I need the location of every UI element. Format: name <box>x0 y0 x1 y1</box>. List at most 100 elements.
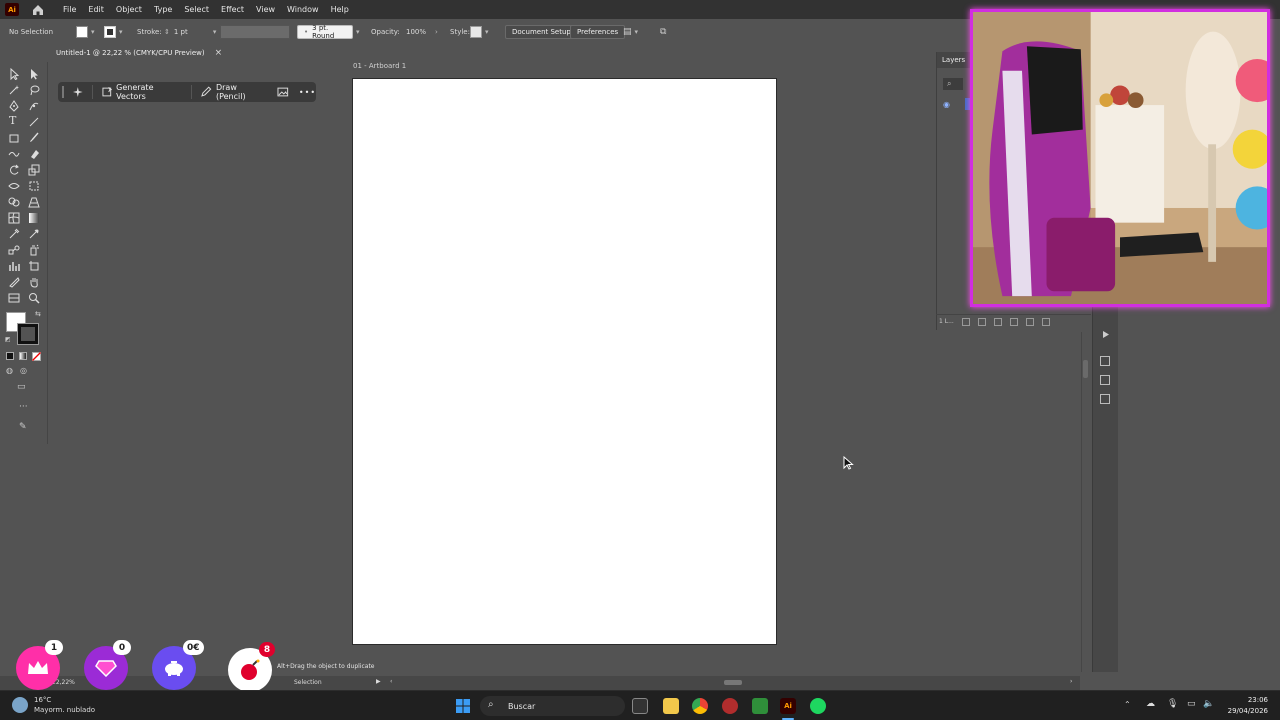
default-colors-icon[interactable]: ◩ <box>5 336 11 343</box>
chevron-right-icon[interactable]: › <box>435 28 438 36</box>
gradient-tool-icon[interactable] <box>28 212 40 224</box>
perspective-grid-icon[interactable] <box>28 196 40 208</box>
chevron-down-icon[interactable]: ▾ <box>119 28 123 36</box>
vertical-scrollbar-thumb[interactable] <box>1083 360 1088 378</box>
transform-panel-icon[interactable] <box>1100 356 1110 366</box>
sparkle-icon[interactable] <box>72 86 84 98</box>
taskbar-search[interactable]: ⌕ Buscar <box>480 696 625 716</box>
hand-tool-icon[interactable] <box>28 276 40 288</box>
preferences-button[interactable]: Preferences <box>570 25 626 39</box>
document-setup-button[interactable]: Document Setup <box>505 25 578 39</box>
color-mode-icon[interactable] <box>6 352 14 360</box>
image-icon[interactable] <box>277 86 289 98</box>
drag-handle[interactable] <box>62 86 64 98</box>
variable-width-field[interactable] <box>220 25 290 39</box>
swap-colors-icon[interactable]: ⇆ <box>35 310 41 318</box>
rotate-tool-icon[interactable] <box>8 164 20 176</box>
graphic-style-swatch[interactable] <box>470 26 482 38</box>
play-icon[interactable]: ▶ <box>376 678 381 685</box>
onedrive-icon[interactable]: ☁ <box>1146 699 1155 709</box>
type-tool-icon[interactable]: T <box>9 114 21 127</box>
menu-file[interactable]: File <box>63 5 76 14</box>
stroke-color-icon[interactable] <box>17 323 39 345</box>
zoom-tool-icon[interactable] <box>28 292 40 304</box>
windows-start-icon[interactable] <box>455 698 471 714</box>
generate-vectors-button[interactable]: Generate Vectors <box>116 83 183 101</box>
current-tool-status[interactable]: Selection <box>294 679 322 686</box>
chevron-down-icon[interactable]: ▾ <box>356 28 360 36</box>
chevron-down-icon[interactable]: ▾ <box>91 28 95 36</box>
shape-builder-icon[interactable] <box>8 196 20 208</box>
menu-object[interactable]: Object <box>116 5 142 14</box>
system-clock[interactable]: 23:06 29/04/2026 <box>1222 695 1268 717</box>
magic-wand-icon[interactable] <box>8 84 20 96</box>
menu-help[interactable]: Help <box>331 5 349 14</box>
artboard-label[interactable]: 01 - Artboard 1 <box>353 62 406 70</box>
new-layer-icon[interactable] <box>1025 317 1034 326</box>
menu-select[interactable]: Select <box>184 5 209 14</box>
print-tiling-icon[interactable] <box>8 292 20 304</box>
chevron-down-icon[interactable]: ▾ <box>213 28 217 36</box>
gradient-mode-icon[interactable] <box>19 352 27 360</box>
chevron-left-icon[interactable]: ‹ <box>390 678 392 685</box>
symbol-sprayer-icon[interactable] <box>28 244 40 256</box>
line-tool-icon[interactable] <box>28 116 40 128</box>
chrome-icon[interactable] <box>692 698 708 714</box>
paintbrush-icon[interactable] <box>28 132 40 144</box>
scale-tool-icon[interactable] <box>28 164 40 176</box>
make-clipping-mask-icon[interactable] <box>993 317 1002 326</box>
external-link-icon[interactable]: ⧉ <box>660 27 666 37</box>
eyedropper-icon[interactable] <box>8 228 20 240</box>
volume-icon[interactable]: 🔈 <box>1203 699 1214 709</box>
ai-logo-icon[interactable]: Ai <box>5 3 19 16</box>
edit-toolbar-icon[interactable]: ✎ <box>19 422 27 432</box>
slice-tool-icon[interactable] <box>8 276 20 288</box>
pencil-icon[interactable] <box>200 86 212 98</box>
selection-tool-icon[interactable] <box>8 68 20 80</box>
close-icon[interactable]: × <box>215 48 223 58</box>
chevron-down-icon[interactable]: ▾ <box>635 28 639 36</box>
draw-pencil-button[interactable]: Draw (Pencil) <box>216 83 267 101</box>
stroke-weight-field[interactable]: 1 pt <box>170 25 210 39</box>
layers-search-field[interactable] <box>943 78 963 90</box>
weather-widget[interactable]: 16°C Mayorm. nublado <box>34 695 95 715</box>
microphone-icon[interactable]: 🎙 <box>1167 699 1178 709</box>
screen-mode-icon[interactable]: ▭ <box>17 382 26 392</box>
menu-type[interactable]: Type <box>154 5 172 14</box>
more-options-button[interactable]: ••• <box>299 88 316 97</box>
home-icon[interactable] <box>31 3 45 17</box>
draw-mode-alt-icon[interactable]: ◎ <box>20 366 27 375</box>
pen-tool-icon[interactable] <box>8 100 20 112</box>
fill-swatch[interactable] <box>76 26 88 38</box>
eraser-icon[interactable] <box>28 148 40 160</box>
opacity-field[interactable]: 100% <box>402 25 432 39</box>
none-color-icon[interactable] <box>32 352 41 361</box>
file-explorer-icon[interactable] <box>663 698 679 714</box>
blend-tool-icon[interactable] <box>8 244 20 256</box>
chevron-down-icon[interactable]: ▾ <box>485 28 489 36</box>
artboard-tool-icon[interactable] <box>28 260 40 272</box>
generate-vectors-icon[interactable] <box>101 86 113 98</box>
spotify-icon[interactable] <box>810 698 826 714</box>
direct-selection-tool-icon[interactable] <box>28 68 40 80</box>
measure-tool-icon[interactable] <box>28 228 40 240</box>
menu-view[interactable]: View <box>256 5 275 14</box>
collect-export-icon[interactable] <box>961 317 970 326</box>
draw-mode-icon[interactable]: ◍ <box>6 366 13 375</box>
curvature-tool-icon[interactable] <box>28 100 40 112</box>
rectangle-tool-icon[interactable] <box>8 132 20 144</box>
lasso-icon[interactable] <box>28 84 40 96</box>
mesh-tool-icon[interactable] <box>8 212 20 224</box>
brush-definition[interactable]: • 3 pt. Round <box>297 24 353 40</box>
menu-effect[interactable]: Effect <box>221 5 244 14</box>
column-graph-icon[interactable] <box>8 260 20 272</box>
artboard[interactable] <box>352 78 777 645</box>
shaper-tool-icon[interactable] <box>8 148 20 160</box>
align-panel-icon[interactable] <box>1100 375 1110 385</box>
menu-window[interactable]: Window <box>287 5 319 14</box>
network-icon[interactable]: ▭ <box>1187 699 1196 709</box>
more-tools-icon[interactable]: ··· <box>19 402 28 412</box>
document-tab[interactable]: Untitled-1 @ 22,22 % (CMYK/CPU Preview) … <box>50 45 229 61</box>
vertical-scrollbar[interactable] <box>1081 332 1090 672</box>
width-tool-icon[interactable] <box>8 180 20 192</box>
